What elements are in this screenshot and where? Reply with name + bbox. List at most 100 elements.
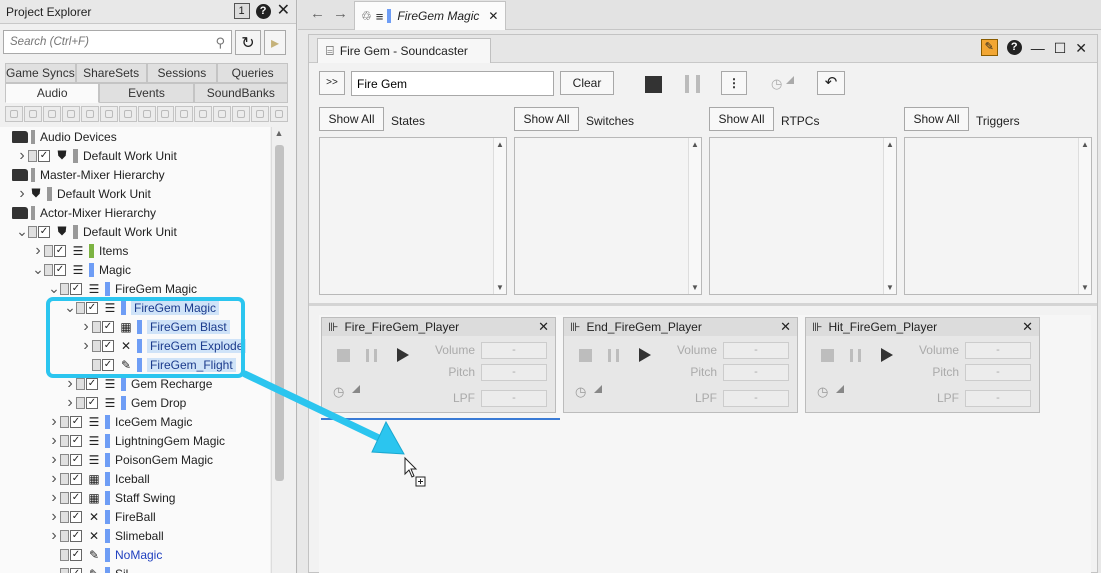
chevron-right-icon[interactable]: › [16, 185, 28, 203]
play-icon[interactable] [397, 348, 409, 362]
stop-icon[interactable] [579, 349, 592, 362]
filter-input[interactable] [351, 71, 554, 96]
filter-toggle-button[interactable] [194, 106, 213, 122]
chevron-down-icon[interactable]: ⌄ [16, 223, 28, 240]
filter-toggle-button[interactable] [99, 106, 118, 122]
filter-toggle-button[interactable] [80, 106, 99, 122]
chevron-right-icon[interactable]: › [48, 451, 60, 469]
clear-button[interactable]: Clear [560, 71, 614, 95]
checkbox[interactable]: ✓ [70, 434, 82, 447]
close-icon[interactable]: ✕ [538, 319, 549, 335]
include-toggle[interactable] [60, 529, 69, 542]
filter-toggle-button[interactable] [118, 106, 137, 122]
checkbox[interactable]: ✓ [70, 472, 82, 485]
filter-toggle-button[interactable] [213, 106, 232, 122]
tree-row[interactable]: Audio Devices [12, 127, 117, 146]
tree-row[interactable]: › ✓ ▦ Staff Swing [48, 488, 175, 507]
include-toggle[interactable] [76, 396, 85, 409]
refresh-button[interactable]: ↻ [235, 30, 261, 55]
include-toggle[interactable] [60, 567, 69, 573]
param-value[interactable]: - [965, 363, 1031, 381]
states-show-all-button[interactable]: Show All [319, 107, 384, 131]
param-value[interactable]: - [965, 389, 1031, 407]
checkbox[interactable]: ✓ [86, 301, 98, 314]
tree-row[interactable]: ✓ ✎ FireGem_Flight [80, 355, 236, 374]
maximize-icon[interactable]: ☐ [1054, 40, 1067, 56]
include-toggle[interactable] [60, 491, 69, 504]
tree-row[interactable]: › ✓ ☰ Gem Drop [64, 393, 186, 412]
tree-row[interactable]: ⌄ ✓ ⛊ Default Work Unit [16, 222, 177, 241]
checkbox[interactable]: ✓ [70, 548, 82, 561]
rtpcs-listbox[interactable]: ▲ ▼ [709, 137, 897, 295]
tab-audio[interactable]: Audio [5, 83, 100, 103]
filter-toggle-button[interactable] [137, 106, 156, 122]
checkbox[interactable]: ✓ [38, 149, 50, 162]
close-icon[interactable]: ✕ [1022, 319, 1033, 335]
include-toggle[interactable] [28, 149, 37, 162]
tab-events[interactable]: Events [99, 83, 194, 103]
checkbox[interactable]: ✓ [102, 339, 114, 352]
tab-sessions[interactable]: Sessions [146, 63, 218, 83]
chevron-right-icon[interactable]: › [48, 470, 60, 488]
checkbox[interactable]: ✓ [70, 567, 82, 573]
checkbox[interactable]: ✓ [70, 529, 82, 542]
tree-row[interactable]: ⌄ ✓ ☰ FireGem Magic [48, 279, 197, 298]
triggers-show-all-button[interactable]: Show All [904, 107, 969, 131]
filter-toggle-button[interactable] [156, 106, 175, 122]
include-toggle[interactable] [92, 339, 101, 352]
scrollbar-thumb[interactable] [275, 145, 284, 481]
tree-row[interactable]: › ✓ ▦ FireGem Blast [80, 317, 230, 336]
help-icon[interactable]: ? [1006, 40, 1022, 55]
workspace-badge[interactable]: 1 [233, 3, 250, 19]
filter-toggle-button[interactable] [175, 106, 194, 122]
checkbox[interactable]: ✓ [102, 358, 114, 371]
stop-icon[interactable] [337, 349, 350, 362]
include-toggle[interactable] [28, 225, 37, 238]
tree-row[interactable]: Master-Mixer Hierarchy [12, 165, 165, 184]
tree-row[interactable]: › ✓ ⛊ Default Work Unit [16, 146, 176, 165]
filter-toggle-button[interactable] [270, 106, 289, 122]
tree-row[interactable]: › ✓ ☰ Gem Recharge [64, 374, 212, 393]
back-arrow-icon[interactable]: ← [310, 5, 325, 22]
chevron-down-icon[interactable]: ⌄ [64, 299, 76, 316]
pause-all-icon[interactable] [685, 75, 700, 93]
checkbox[interactable]: ✓ [70, 282, 82, 295]
chevron-right-icon[interactable]: › [16, 147, 28, 165]
soundcaster-tab[interactable]: ⌸ Fire Gem - Soundcaster [317, 38, 491, 63]
document-tab[interactable]: ♲ ≡ FireGem Magic ✕ [354, 1, 506, 30]
close-icon[interactable]: ✕ [1075, 40, 1087, 56]
chevron-right-icon[interactable]: › [64, 375, 76, 393]
close-icon[interactable]: ✕ [488, 9, 498, 23]
checkbox[interactable]: ✓ [70, 510, 82, 523]
param-value[interactable]: - [481, 389, 547, 407]
tree-row[interactable]: › ✓ ✕ FireGem Explode [80, 336, 247, 355]
include-toggle[interactable] [60, 510, 69, 523]
tree-row[interactable]: › ✓ ✕ FireBall [48, 507, 155, 526]
filter-toggle-button[interactable] [42, 106, 61, 122]
checkbox[interactable]: ✓ [70, 491, 82, 504]
play-icon[interactable] [639, 348, 651, 362]
splitter[interactable] [309, 303, 1097, 306]
filter-toggle-button[interactable] [61, 106, 80, 122]
expand-button[interactable]: >> [319, 71, 345, 95]
include-toggle[interactable] [76, 377, 85, 390]
chevron-right-icon[interactable]: › [48, 508, 60, 526]
search-input[interactable] [4, 31, 231, 53]
pause-icon[interactable] [850, 349, 861, 362]
checkbox[interactable]: ✓ [54, 263, 66, 276]
tree-row[interactable]: › ✓ ☰ PoisonGem Magic [48, 450, 213, 469]
include-toggle[interactable] [60, 434, 69, 447]
param-value[interactable]: - [481, 363, 547, 381]
tab-sharesets[interactable]: ShareSets [75, 63, 147, 83]
include-toggle[interactable] [60, 472, 69, 485]
states-listbox[interactable]: ▲ ▼ [319, 137, 507, 295]
include-toggle[interactable] [92, 358, 101, 371]
tab-queries[interactable]: Queries [217, 63, 288, 83]
tab-game-syncs[interactable]: Game Syncs [5, 63, 76, 83]
reset-button[interactable]: ↶ [817, 71, 845, 95]
include-toggle[interactable] [92, 320, 101, 333]
chevron-right-icon[interactable]: › [48, 527, 60, 545]
tree-row[interactable]: Actor-Mixer Hierarchy [12, 203, 156, 222]
checkbox[interactable]: ✓ [86, 396, 98, 409]
checkbox[interactable]: ✓ [38, 225, 50, 238]
